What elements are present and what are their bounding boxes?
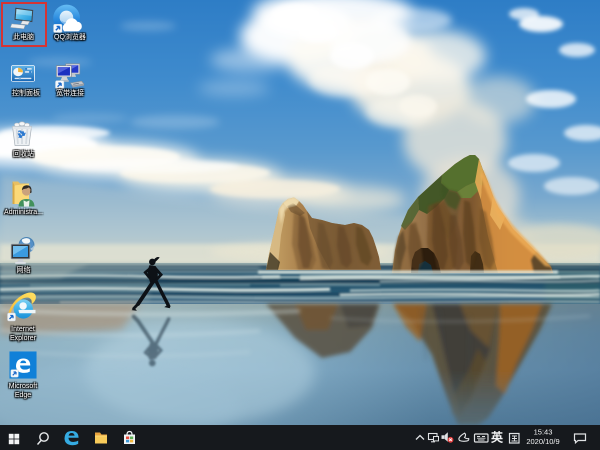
svg-text:2020/10/9: 2020/10/9: [526, 437, 559, 446]
svg-text:英: 英: [491, 430, 504, 445]
svg-text:15:43: 15:43: [534, 428, 553, 437]
